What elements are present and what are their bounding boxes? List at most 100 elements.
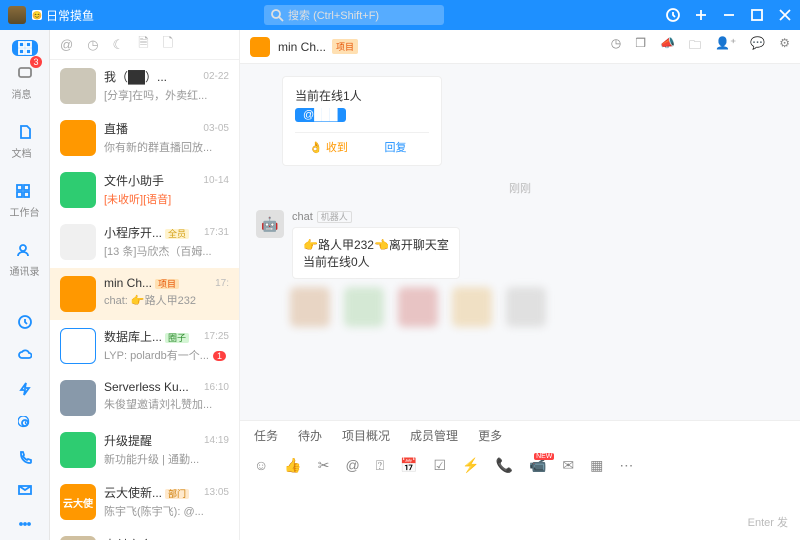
filter-page-icon[interactable]: 🗋 — [163, 34, 173, 56]
chat-name: 小程序开...全员 — [104, 224, 189, 241]
chat-time: 13:05 — [204, 487, 229, 498]
sidebar-bolt-icon[interactable] — [12, 381, 38, 397]
chat-avatar — [60, 536, 96, 540]
chat-list-item[interactable]: 我（██）... 02-22 [分享]在吗，外卖红... — [50, 60, 239, 112]
tab-overview[interactable]: 项目概况 — [342, 427, 390, 444]
chat-name: 升级提醒 — [104, 432, 152, 449]
tab-todo[interactable]: 待办 — [298, 427, 322, 444]
call-icon[interactable]: 📞 — [496, 457, 513, 474]
history-icon[interactable] — [666, 8, 680, 22]
chat-time: 02-22 — [203, 71, 229, 82]
header-folder-icon[interactable]: 🗀 — [689, 36, 701, 57]
header-chat-icon[interactable]: 💬 — [750, 36, 765, 57]
chat-avatar — [60, 172, 96, 208]
chat-name: 我（██）... — [104, 68, 167, 85]
sidebar-clock-icon[interactable] — [12, 314, 38, 330]
chat-preview: LYP: polardb有一个...1 — [104, 347, 229, 363]
blurred-content — [290, 287, 784, 327]
card-mention-pill[interactable]: @███ — [295, 108, 346, 122]
chat-name: Serverless Ku... — [104, 380, 189, 394]
chat-title: min Ch... — [278, 40, 326, 54]
calendar-icon[interactable]: 📅 — [400, 457, 417, 474]
like-icon[interactable]: 👍 — [284, 457, 301, 474]
workspace-title: 日常摸鱼 — [46, 7, 94, 24]
more-tools-icon[interactable]: ⋯ — [619, 457, 633, 474]
user-avatar[interactable] — [8, 6, 26, 24]
chat-avatar — [60, 328, 96, 364]
sidebar-mail-icon[interactable] — [12, 483, 38, 499]
chat-header-tag: 项目 — [332, 39, 358, 54]
minimize-icon[interactable] — [722, 8, 736, 22]
tab-more[interactable]: 更多 — [478, 427, 502, 444]
chat-name: 直播 — [104, 120, 128, 137]
chat-time: 16:10 — [204, 382, 229, 393]
sidebar-more-icon[interactable] — [12, 516, 38, 532]
chat-pane: min Ch... 项目 ◷ ❒ 📣 🗀 👤⁺ 💬 ⚙ 当前在线1人 @███ … — [240, 30, 800, 540]
mail2-icon[interactable]: ✉ — [562, 457, 574, 474]
maximize-icon[interactable] — [750, 8, 764, 22]
chat-list-item[interactable]: 云大使 云大使新...部门13:05 陈宇飞(陈宇飞): @... — [50, 476, 239, 528]
card-receive-button[interactable]: 👌 收到 — [295, 139, 362, 155]
search-input[interactable]: 搜索 (Ctrl+Shift+F) — [264, 5, 444, 25]
bolt-icon[interactable]: ⚡ — [462, 457, 479, 474]
chat-avatar — [60, 120, 96, 156]
filter-at-icon[interactable]: @ — [60, 37, 73, 52]
mention-icon[interactable]: @ — [345, 457, 359, 473]
bot-bubble: 👉路人甲232👈离开聊天室 当前在线0人 — [292, 227, 460, 279]
search-icon — [270, 8, 284, 22]
sidebar-at-icon[interactable] — [12, 415, 38, 431]
info-card: 当前在线1人 @███ 👌 收到 回复 — [282, 76, 442, 166]
chat-list-item[interactable]: min Ch...项目17: chat: 👉路人甲232 — [50, 268, 239, 320]
chat-list-item[interactable]: 数据库上...圈子17:25 LYP: polardb有一个...1 — [50, 320, 239, 372]
sidebar-messages[interactable]: 3 — [12, 60, 38, 86]
chat-time: 10-14 — [203, 175, 229, 186]
filter-moon-icon[interactable]: ☾ — [113, 37, 125, 53]
video-icon[interactable]: 📹NEW — [529, 457, 546, 474]
chat-list-item[interactable]: 升级提醒14:19 新功能升级 | 通勤... — [50, 424, 239, 476]
scissors-icon[interactable]: ✂ — [318, 457, 330, 474]
chat-list-item[interactable]: 直播 03-05 你有新的群直播回放... — [50, 112, 239, 164]
chat-time: 17:31 — [204, 227, 229, 238]
chat-list-item[interactable]: 文件小助手10-14 [未收听][语音] — [50, 164, 239, 216]
header-announce-icon[interactable]: 📣 — [660, 36, 675, 57]
tab-tasks[interactable]: 任务 — [254, 427, 278, 444]
checkbox-icon[interactable]: ☑ — [434, 457, 447, 474]
chat-list-item[interactable]: Serverless Ku...16:10 朱俊望邀请刘礼赞加... — [50, 372, 239, 424]
time-separator: 刚刚 — [256, 180, 784, 196]
header-settings-icon[interactable]: ⚙ — [779, 36, 790, 57]
sidebar-contacts[interactable] — [10, 237, 36, 263]
chat-time: 03-05 — [203, 123, 229, 134]
sidebar-cloud-icon[interactable] — [12, 348, 38, 364]
sidebar-workbench[interactable] — [10, 178, 36, 204]
bot-avatar: 🤖 — [256, 210, 284, 238]
chat-preview: 陈宇飞(陈宇飞): @... — [104, 503, 229, 519]
chat-name: 支付宝合...部门 — [104, 536, 189, 540]
bot-name: chat机器人 — [292, 210, 460, 223]
chat-preview: [分享]在吗，外卖红... — [104, 87, 229, 103]
sidebar-phone-icon[interactable] — [12, 449, 38, 465]
sidebar-apps[interactable] — [12, 40, 38, 56]
chat-time: 17:25 — [204, 331, 229, 342]
sidebar-docs[interactable] — [12, 119, 38, 145]
header-layers-icon[interactable]: ❒ — [635, 36, 646, 57]
close-icon[interactable] — [778, 8, 792, 22]
header-adduser-icon[interactable]: 👤⁺ — [715, 36, 736, 57]
filter-doc-icon[interactable]: 🗎 — [138, 34, 148, 56]
grid-icon[interactable]: ▦ — [590, 457, 603, 474]
plus-icon[interactable] — [694, 8, 708, 22]
chat-tabs: 任务 待办 项目概况 成员管理 更多 — [240, 420, 800, 450]
chat-preview: [13 条]马欣杰（百姆... — [104, 243, 229, 259]
chat-list-item[interactable]: 支付宝合...部门12:29 — [50, 528, 239, 540]
tab-members[interactable]: 成员管理 — [410, 427, 458, 444]
chat-avatar — [60, 68, 96, 104]
chat-preview: 你有新的群直播回放... — [104, 139, 229, 155]
header-history-icon[interactable]: ◷ — [611, 36, 621, 57]
card-reply-button[interactable]: 回复 — [362, 139, 429, 155]
emoji-icon[interactable]: ☺ — [254, 457, 268, 473]
task-icon[interactable]: ⍰ — [376, 457, 384, 474]
chat-list-item[interactable]: 小程序开...全员 17:31 [13 条]马欣杰（百姆... — [50, 216, 239, 268]
filter-clock-icon[interactable]: ◷ — [87, 37, 98, 53]
compose-input[interactable]: Enter 发 — [240, 480, 800, 540]
chat-avatar — [60, 432, 96, 468]
message-area: 当前在线1人 @███ 👌 收到 回复 刚刚 🤖 chat机器人 👉路人甲232… — [240, 64, 800, 420]
